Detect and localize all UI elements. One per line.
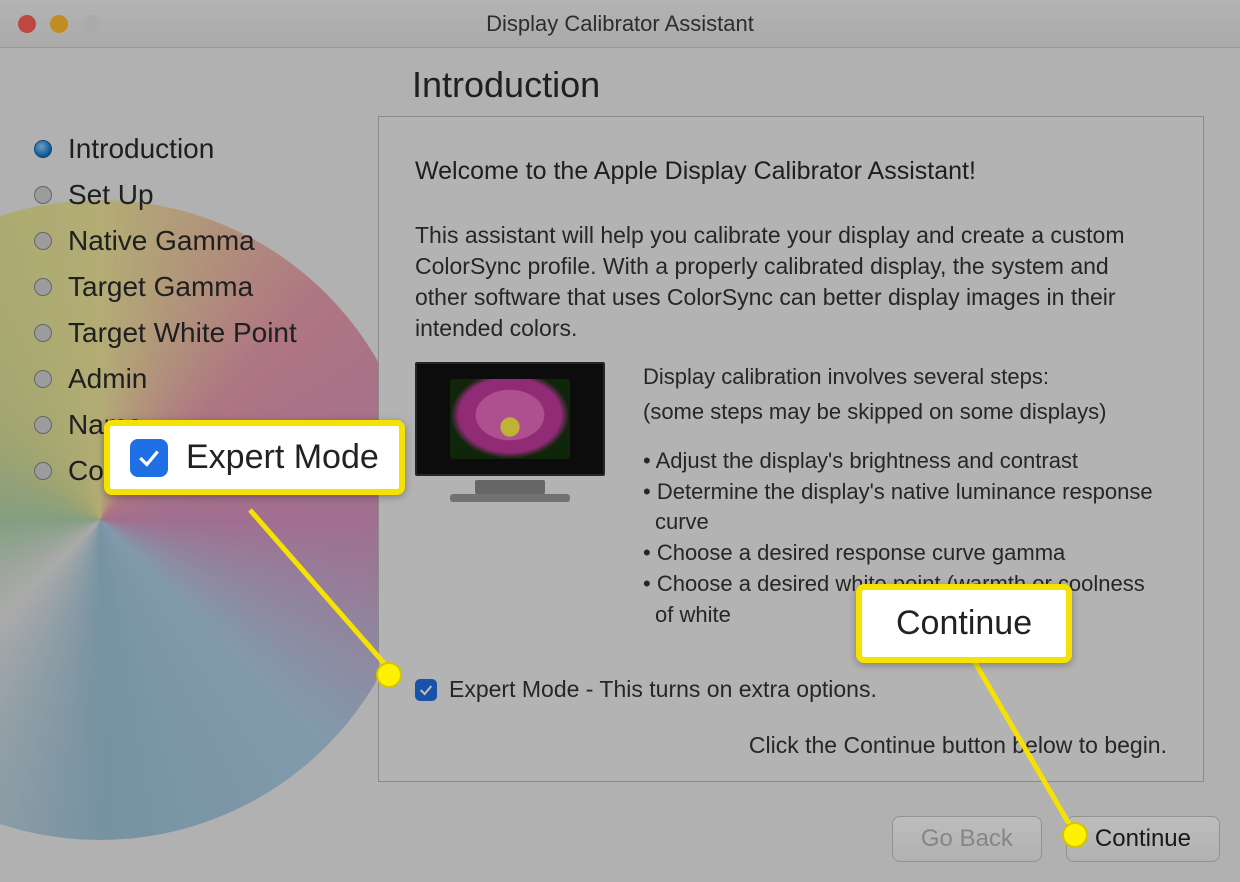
callout-pointer-dot <box>1062 822 1088 848</box>
expert-mode-checkbox[interactable] <box>415 679 437 701</box>
step-bullet-icon <box>34 278 52 296</box>
close-window-button[interactable] <box>18 15 36 33</box>
wizard-buttons: Go Back Continue <box>892 816 1220 862</box>
display-sample-graphic <box>415 362 605 502</box>
step-bullet-icon <box>34 324 52 342</box>
sidebar-item-target-gamma: Target Gamma <box>34 264 364 310</box>
step-bullet-icon <box>34 140 52 158</box>
callout-expert-label: Expert Mode <box>186 438 379 477</box>
expert-mode-option[interactable]: Expert Mode - This turns on extra option… <box>415 676 877 703</box>
callout-expert-mode: Expert Mode <box>104 420 405 495</box>
sidebar-item-setup: Set Up <box>34 172 364 218</box>
step-bullet-icon <box>34 232 52 250</box>
window-controls <box>18 15 100 33</box>
step-bullet-icon <box>34 370 52 388</box>
step-bullet-icon <box>34 186 52 204</box>
content-panel: Welcome to the Apple Display Calibrator … <box>378 116 1204 782</box>
flower-icon <box>450 379 570 459</box>
expert-mode-label: Expert Mode - This turns on extra option… <box>449 676 877 703</box>
callout-continue-label: Continue <box>896 604 1032 643</box>
go-back-button[interactable]: Go Back <box>892 816 1042 862</box>
step-item: Determine the display's native luminance… <box>655 477 1167 539</box>
minimize-window-button[interactable] <box>50 15 68 33</box>
checkmark-icon <box>136 445 162 471</box>
steps-heading: Display calibration involves several ste… <box>643 362 1167 393</box>
steps-note: (some steps may be skipped on some displ… <box>643 397 1167 428</box>
page-title: Introduction <box>412 64 600 106</box>
step-bullet-icon <box>34 416 52 434</box>
sidebar-item-native-gamma: Native Gamma <box>34 218 364 264</box>
callout-pointer-dot <box>376 662 402 688</box>
zoom-window-button[interactable] <box>82 15 100 33</box>
continue-button[interactable]: Continue <box>1066 816 1220 862</box>
sidebar-item-introduction: Introduction <box>34 126 364 172</box>
begin-hint: Click the Continue button below to begin… <box>749 732 1167 759</box>
checkmark-icon <box>418 682 434 698</box>
sidebar-item-admin: Admin <box>34 356 364 402</box>
step-bullet-icon <box>34 462 52 480</box>
checkbox-icon <box>130 439 168 477</box>
step-item: Adjust the display's brightness and cont… <box>655 446 1167 477</box>
description-text: This assistant will help you calibrate y… <box>415 220 1167 344</box>
titlebar: Display Calibrator Assistant <box>0 0 1240 48</box>
welcome-text: Welcome to the Apple Display Calibrator … <box>415 157 1167 186</box>
step-item: Choose a desired response curve gamma <box>655 538 1167 569</box>
callout-continue: Continue <box>856 584 1072 663</box>
window-title: Display Calibrator Assistant <box>0 11 1240 37</box>
sidebar-item-target-white-point: Target White Point <box>34 310 364 356</box>
